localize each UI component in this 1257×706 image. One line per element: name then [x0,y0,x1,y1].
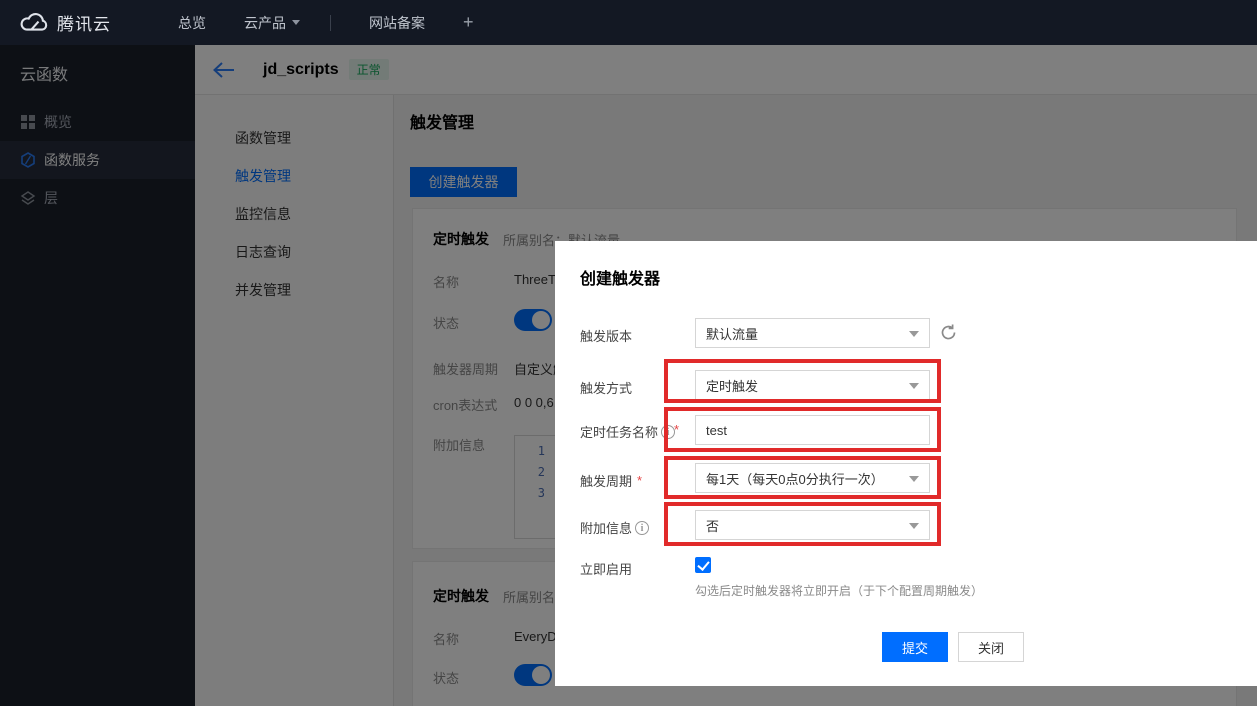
nav-cloud-products[interactable]: 云产品 [244,13,300,33]
chevron-down-icon [909,331,919,337]
topbar: 腾讯云 总览 云产品 网站备案 + [0,0,1257,45]
submit-button[interactable]: 提交 [882,632,948,662]
extra-label: 附加信息 [580,518,649,537]
brand-logo[interactable]: 腾讯云 [18,10,140,35]
extra-info-select[interactable]: 否 [695,510,930,540]
task-name-input[interactable] [695,415,930,445]
enable-hint: 勾选后定时触发器将立即开启（于下个配置周期触发） [695,582,983,599]
chevron-down-icon [909,383,919,389]
required-mark: * [637,473,642,488]
period-label-text: 触发周期 [580,471,632,490]
enable-label: 立即启用 [580,559,632,578]
trigger-method-select[interactable]: 定时触发 [695,370,930,400]
add-tab-icon[interactable]: + [463,12,474,33]
extra-label-text: 附加信息 [580,518,632,537]
method-select-value: 定时触发 [706,376,758,395]
tencent-cloud-icon [18,12,48,34]
enable-checkbox[interactable] [695,557,711,573]
info-icon[interactable] [661,425,675,439]
close-button[interactable]: 关闭 [958,632,1024,662]
task-name-label-text: 定时任务名称 [580,422,658,441]
required-mark: * [674,422,679,437]
nav-overview[interactable]: 总览 [178,13,206,33]
nav-divider [330,15,331,31]
modal-title: 创建触发器 [580,265,660,289]
nav-cloud-products-label: 云产品 [244,13,286,33]
extra-select-value: 否 [706,516,719,535]
create-trigger-modal: 创建触发器 触发版本 默认流量 触发方式 定时触发 定时任务名称 * 触发周期 … [555,241,1257,686]
period-select-value: 每1天（每天0点0分执行一次） [706,469,884,488]
nav-icp-record[interactable]: 网站备案 [369,13,425,33]
period-select[interactable]: 每1天（每天0点0分执行一次） [695,463,930,493]
info-icon[interactable] [635,521,649,535]
version-select-value: 默认流量 [706,324,758,343]
version-label: 触发版本 [580,326,632,345]
chevron-down-icon [909,476,919,482]
brand-name: 腾讯云 [57,10,111,35]
period-label: 触发周期 * [580,471,642,490]
method-label: 触发方式 [580,378,632,397]
chevron-down-icon [909,523,919,529]
refresh-icon[interactable] [939,323,958,345]
version-select[interactable]: 默认流量 [695,318,930,348]
task-name-label: 定时任务名称 [580,422,675,441]
chevron-down-icon [292,20,300,25]
